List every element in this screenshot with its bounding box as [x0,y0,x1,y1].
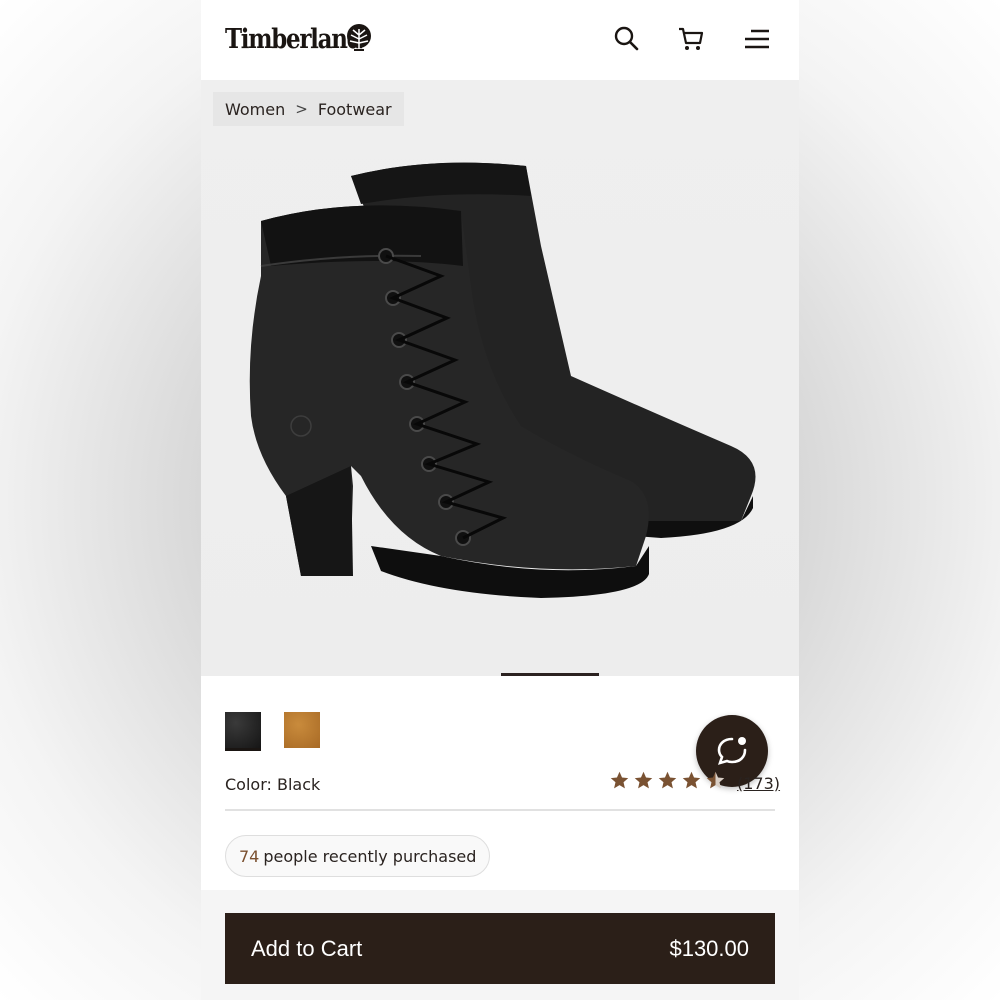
half-star-icon [706,771,725,789]
sticky-cart-bar: Add to Cart $130.00 [201,890,799,1000]
brand-logo[interactable]: Timberland [225,22,371,56]
price: $130.00 [669,935,749,961]
site-header: Timberland [201,0,799,80]
chat-bubble-icon [717,737,747,765]
swatch-black[interactable] [225,712,261,748]
selected-swatch-underline [225,748,261,751]
breadcrumb-women[interactable]: Women [225,100,285,119]
menu-icon[interactable] [742,24,772,54]
search-icon[interactable] [612,24,642,54]
star-icon [682,771,701,789]
tree-logo-icon [345,23,373,57]
chevron-right-icon: > [295,100,308,118]
breadcrumb-footwear[interactable]: Footwear [318,100,392,119]
purchase-count: 74 [239,846,260,866]
star-icon [634,771,653,789]
rating-stars[interactable] [609,770,726,791]
add-to-cart-button[interactable]: Add to Cart $130.00 [225,913,775,984]
add-to-cart-label: Add to Cart [251,935,363,961]
mobile-viewport: Timberland Women > Footwear Color: Black… [201,0,799,1000]
star-icon [610,771,629,789]
review-count-link[interactable]: (173) [737,774,780,793]
product-image-carousel[interactable]: Women > Footwear [201,80,799,676]
swatch-wheat[interactable] [284,712,320,748]
color-label: Color: Black [225,775,321,794]
recent-purchases-badge: 74 people recently purchased [225,835,491,877]
purchase-text: people recently purchased [263,846,477,866]
product-image [249,162,756,598]
cart-icon[interactable] [676,24,706,54]
brand-name: Timberland [225,23,363,55]
section-divider [225,809,775,811]
star-icon [658,771,677,789]
carousel-indicator [501,673,599,676]
breadcrumb: Women > Footwear [213,92,404,126]
